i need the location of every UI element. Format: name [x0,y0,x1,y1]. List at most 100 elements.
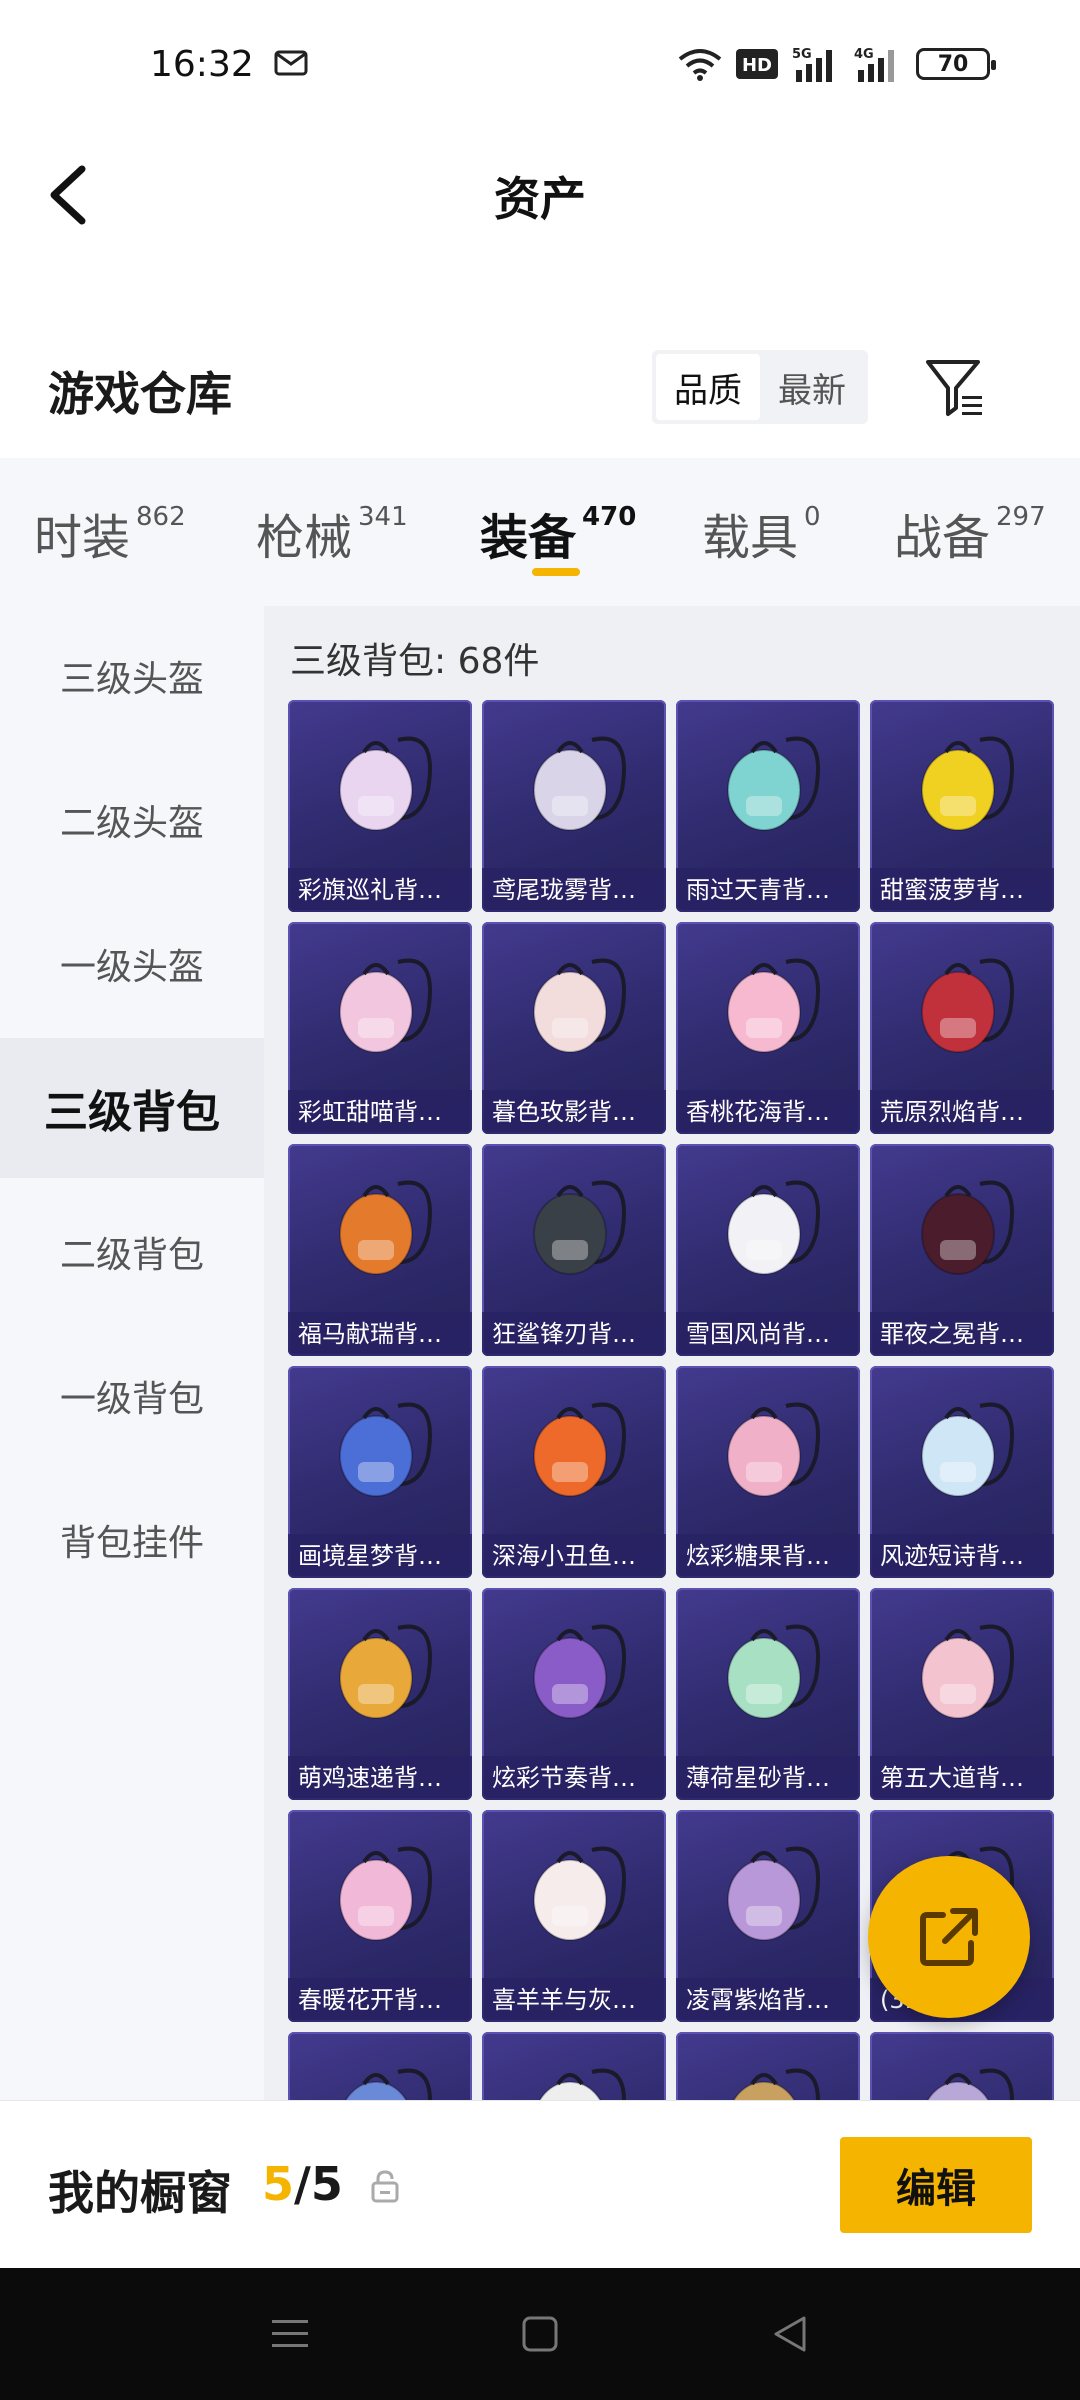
back-triangle-icon[interactable] [770,2314,810,2354]
item-card[interactable]: 炫彩糖果背包... [676,1366,860,1578]
item-card[interactable]: 风迹短诗背包... [870,1366,1054,1578]
item-card[interactable]: 甜蜜菠萝背包... [870,700,1054,912]
backpack-icon [533,1402,626,1497]
backpack-icon [727,1624,820,1719]
item-card[interactable] [676,2032,860,2100]
item-card[interactable]: 萌鸡速递背包... [288,1588,472,1800]
sidebar-item-helmet-3[interactable]: 三级头盔 [0,606,264,746]
item-name: 罪夜之冕背包... [870,1312,1054,1356]
showcase-title: 我的橱窗 [48,2166,232,2220]
item-card[interactable]: 春暖花开背包... [288,1810,472,2022]
tab-count: 862 [136,502,186,532]
menu-icon[interactable] [270,2316,310,2352]
item-name: 暮色玫影背包... [482,1090,666,1134]
item-name: 彩虹甜喵背包... [288,1090,472,1134]
item-card[interactable]: 暮色玫影背包... [482,922,666,1134]
item-card[interactable]: 凌霄紫焰背包... [676,1810,860,2022]
item-card[interactable]: 彩虹甜喵背包... [288,922,472,1134]
backpack-icon [921,1402,1014,1497]
system-nav-bar [0,2268,1080,2400]
edit-button[interactable]: 编辑 [840,2137,1032,2233]
signal-icon: 5G [792,47,832,82]
tab-count: 341 [358,502,408,532]
backpack-icon [727,1846,820,1941]
lock-icon [371,2170,399,2203]
backpack-icon [533,1180,626,1275]
item-name: 萌鸡速递背包... [288,1756,472,1800]
showcase-separator: / [294,2157,311,2211]
item-name: 画境星梦背包... [288,1534,472,1578]
backpack-icon [921,1180,1014,1275]
sort-option-newest[interactable]: 最新 [760,354,864,420]
tab-count: 470 [582,502,637,532]
tab-count: 297 [996,502,1046,532]
item-card[interactable]: 薄荷星砂背包... [676,1588,860,1800]
share-external-icon [920,1908,978,1966]
item-card[interactable] [870,2032,1054,2100]
sidebar-item-backpack-3[interactable]: 三级背包 [0,1038,264,1178]
item-name: 狂鲨锋刃背包... [482,1312,666,1356]
backpack-icon [339,1846,432,1941]
item-name: 炫彩糖果背包... [676,1534,860,1578]
backpack-icon [339,958,432,1053]
hd-icon: HD [736,49,778,79]
tab-fashion[interactable]: 时装 862 [34,498,186,568]
item-card[interactable]: 狂鲨锋刃背包... [482,1144,666,1356]
sidebar-item-helmet-2[interactable]: 二级头盔 [0,750,264,890]
tab-active-indicator [532,568,580,576]
tab-label: 战备 [894,510,991,566]
backpack-icon [533,958,626,1053]
item-card[interactable]: 福马献瑞背包... [288,1144,472,1356]
sidebar-item-backpack-1[interactable]: 一级背包 [0,1326,264,1466]
sidebar-item-helmet-1[interactable]: 一级头盔 [0,894,264,1034]
backpack-icon [339,736,432,831]
filter-icon[interactable] [920,352,990,422]
status-time: 16:32 [150,44,254,85]
backpack-icon [339,1402,432,1497]
item-card[interactable]: 画境星梦背包... [288,1366,472,1578]
hd-label: HD [742,55,772,76]
content-header: 三级背包: 68件 [290,641,540,682]
backpack-icon [727,736,820,831]
backpack-icon [533,1624,626,1719]
battery-level: 70 [937,51,969,77]
tab-vehicles[interactable]: 载具 0 [702,498,821,568]
status-icons: HD 5G 4G 70 [678,46,996,82]
item-card[interactable]: 喜羊羊与灰太... [482,1810,666,2022]
item-name: 深海小丑鱼背... [482,1534,666,1578]
item-name: 荒原烈焰背包... [870,1090,1054,1134]
item-card[interactable]: 第五大道背包... [870,1588,1054,1800]
item-name: 凌霄紫焰背包... [676,1978,860,2022]
item-card[interactable]: 深海小丑鱼背... [482,1366,666,1578]
item-name: 香桃花海背包... [676,1090,860,1134]
warehouse-title: 游戏仓库 [48,367,232,421]
item-card[interactable]: 雪国风尚背包... [676,1144,860,1356]
item-card[interactable]: 荒原烈焰背包... [870,922,1054,1134]
backpack-icon [921,736,1014,831]
item-card[interactable]: 罪夜之冕背包... [870,1144,1054,1356]
sidebar-item-backpack-charm[interactable]: 背包挂件 [0,1470,264,1610]
share-button[interactable] [868,1856,1030,2018]
tab-weapons[interactable]: 枪械 341 [256,498,408,568]
showcase-bar: 我的橱窗 5/5 编辑 [0,2100,1080,2268]
item-card[interactable]: 香桃花海背包... [676,922,860,1134]
5g-label: 5G [792,47,812,62]
backpack-icon [727,1180,820,1275]
tab-gear[interactable]: 战备 297 [894,498,1046,568]
signal-4g-icon: 4G [854,47,894,82]
backpack-icon [926,2068,1014,2100]
item-name: 雨过天青背包... [676,868,860,912]
item-card[interactable]: 雨过天青背包... [676,700,860,912]
sort-option-quality[interactable]: 品质 [656,354,760,420]
status-bar: 16:32 HD 5G 4G 70 [0,0,1080,135]
item-card[interactable] [288,2032,472,2100]
item-card[interactable]: 炫彩节奏背包... [482,1588,666,1800]
item-card[interactable]: 彩旗巡礼背包... [288,700,472,912]
item-card[interactable] [482,2032,666,2100]
home-square-icon[interactable] [520,2314,560,2354]
tab-equipment[interactable]: 装备 470 [480,498,636,568]
item-card[interactable]: 鸢尾珑雾背包... [482,700,666,912]
sidebar-item-backpack-2[interactable]: 二级背包 [0,1182,264,1322]
item-name: 风迹短诗背包... [870,1534,1054,1578]
tab-count: 0 [804,502,821,532]
